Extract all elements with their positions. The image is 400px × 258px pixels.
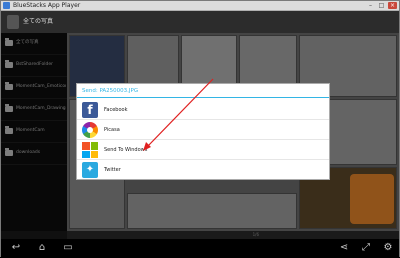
recents-icon[interactable]: ▭ — [61, 242, 75, 254]
option-picasa[interactable]: Picasa — [77, 120, 329, 140]
dialog-header: Send: PA250003.JPG — [77, 84, 329, 98]
minimize-button[interactable]: – — [366, 2, 375, 9]
option-label: Send To Windows — [104, 147, 148, 153]
fullscreen-icon[interactable]: ⤢ — [359, 242, 373, 254]
share-icon[interactable]: ⋖ — [337, 242, 351, 254]
option-send-to-windows[interactable]: Send To Windows — [77, 140, 329, 160]
facebook-icon: f — [82, 102, 98, 118]
back-icon[interactable]: ↩ — [9, 242, 23, 254]
title-bar: BlueStacks App Player – □ × — [1, 1, 399, 11]
windows-icon — [82, 142, 98, 158]
option-facebook[interactable]: f Facebook — [77, 100, 329, 120]
option-label: Twitter — [104, 167, 121, 173]
send-dialog: Send: PA250003.JPG f Facebook Picasa Sen… — [76, 83, 330, 180]
app-window: BlueStacks App Player – □ × 全ての写真 全ての写真 … — [0, 0, 400, 257]
dialog-title: Send: PA250003.JPG — [82, 88, 139, 94]
settings-icon[interactable]: ⚙ — [381, 242, 395, 254]
close-button[interactable]: × — [388, 2, 397, 9]
android-nav-bar: ↩ ⌂ ▭ ⋖ ⤢ ⚙ — [1, 239, 399, 257]
window-title: BlueStacks App Player — [13, 2, 81, 9]
action-bar-title: 全ての写真 — [23, 18, 54, 25]
maximize-button[interactable]: □ — [377, 2, 386, 9]
home-icon[interactable]: ⌂ — [35, 242, 49, 254]
option-label: Picasa — [104, 127, 120, 133]
twitter-icon: ✦ — [82, 162, 98, 178]
gallery-app-icon[interactable] — [7, 15, 19, 29]
option-twitter[interactable]: ✦ Twitter — [77, 160, 329, 180]
action-bar: 全ての写真 — [1, 11, 399, 33]
option-label: Facebook — [104, 107, 128, 113]
bluestacks-logo-icon — [3, 2, 10, 9]
picasa-icon — [82, 122, 98, 138]
